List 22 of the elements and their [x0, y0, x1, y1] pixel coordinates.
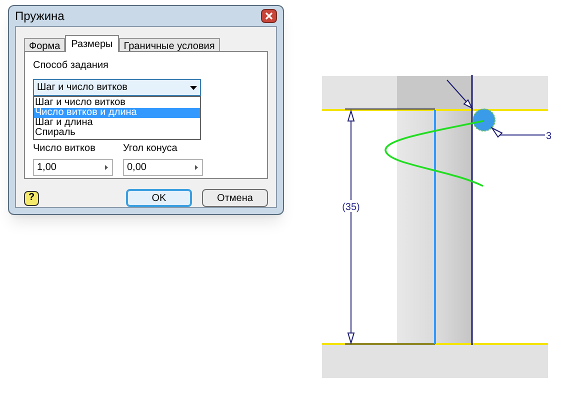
window-title: Пружина: [15, 8, 64, 25]
number-field[interactable]: 0,00: [123, 159, 203, 176]
tab[interactable]: Размеры: [65, 35, 119, 52]
field-label: Угол конуса: [123, 142, 178, 156]
method-label: Способ задания: [33, 59, 110, 73]
dropdown-option[interactable]: Спираль: [34, 128, 200, 138]
number-field[interactable]: 1,00: [33, 159, 113, 176]
spin-arrow-icon: [195, 165, 198, 170]
close-icon: [265, 12, 273, 20]
spin-arrow-icon: [105, 165, 108, 170]
dialog-button[interactable]: OK: [126, 189, 192, 207]
tab[interactable]: Форма: [24, 38, 66, 52]
tab[interactable]: Граничные условия: [118, 38, 220, 52]
dropdown-option[interactable]: Шаг и длина: [34, 118, 200, 128]
close-button[interactable]: [261, 9, 277, 23]
cad-viewport-drawing: (35) 3: [310, 60, 576, 390]
dropdown-arrow-icon: [190, 86, 197, 90]
dropdown-option[interactable]: Шаг и число витков: [34, 98, 200, 108]
dialog-button[interactable]: Отмена: [202, 189, 268, 207]
method-dropdown[interactable]: Шаг и число витков: [33, 79, 201, 96]
field-label: Число витков: [33, 142, 96, 156]
help-button[interactable]: ?: [24, 190, 39, 206]
